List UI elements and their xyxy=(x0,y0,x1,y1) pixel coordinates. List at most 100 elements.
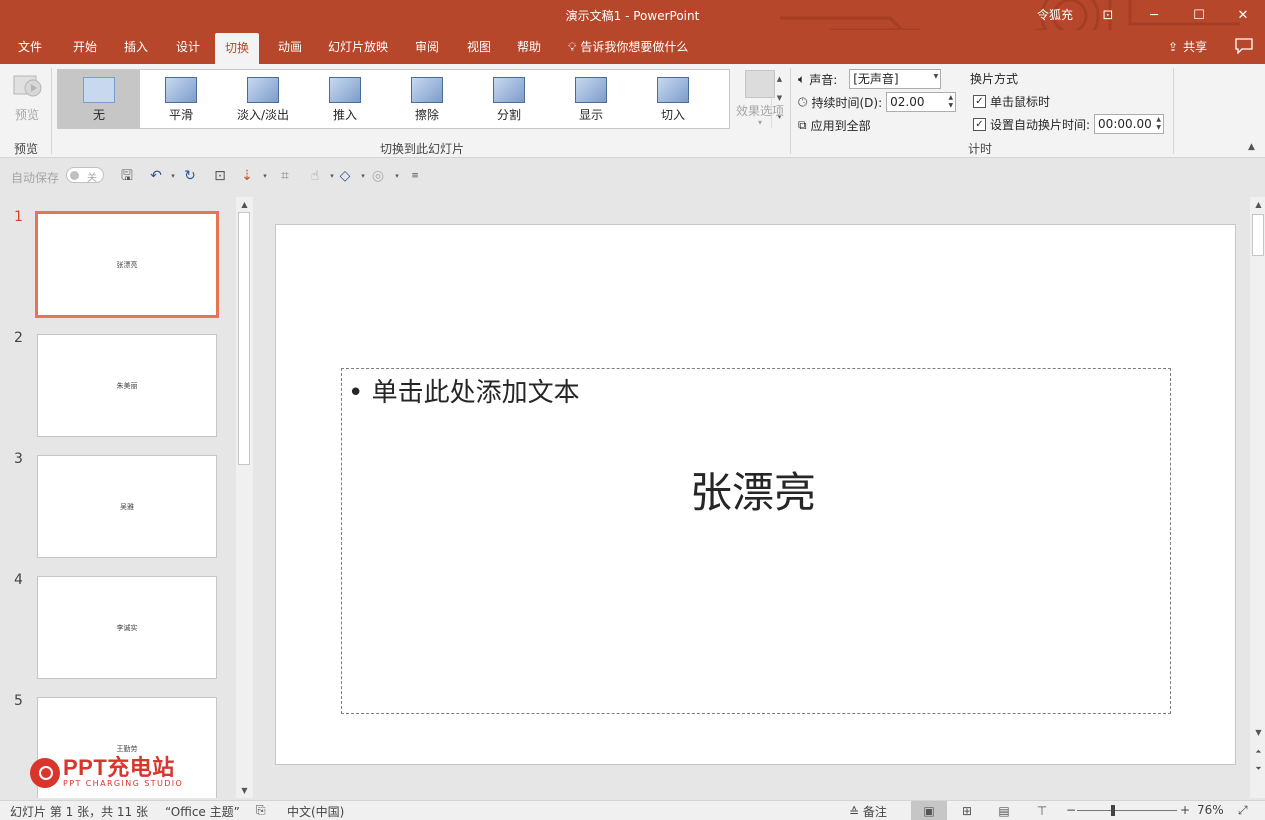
fit-to-window-icon[interactable]: ⤢ xyxy=(1238,803,1248,818)
format-painter-icon[interactable]: ⇣ xyxy=(238,168,256,184)
slide-show-icon[interactable]: ⊤ xyxy=(1024,801,1060,820)
transition-split[interactable]: 分割 xyxy=(468,70,550,128)
slide-thumbnail[interactable]: 朱美丽 xyxy=(37,334,217,437)
group-separator xyxy=(790,68,791,154)
zoom-slider[interactable] xyxy=(1077,810,1177,811)
apply-all-button[interactable]: ⧉ 应用到全部 xyxy=(798,117,871,134)
slide-thumbnail[interactable]: 吴雅 xyxy=(37,455,217,558)
tab-review[interactable]: 审阅 xyxy=(405,30,449,64)
slide-thumbnail-title: 李诚实 xyxy=(116,623,138,632)
slide-sorter-icon[interactable]: ⊞ xyxy=(949,801,985,820)
group-separator xyxy=(1173,68,1174,154)
share-button[interactable]: ⇪ 共享 xyxy=(1168,30,1207,64)
tab-insert[interactable]: 插入 xyxy=(114,30,158,64)
logo-subtitle: PPT CHARGING STUDIO xyxy=(63,779,184,788)
scroll-up-icon[interactable]: ▲ xyxy=(1250,197,1265,212)
sound-select[interactable]: [无声音] ▼ xyxy=(849,69,942,89)
thumbnails-scrollbar[interactable]: ▲ ▼ xyxy=(236,197,253,798)
tab-animations[interactable]: 动画 xyxy=(268,30,312,64)
start-from-beginning-icon[interactable]: ⊡ xyxy=(211,168,229,184)
tab-file[interactable]: 文件 xyxy=(8,30,52,64)
transition-reveal[interactable]: 显示 xyxy=(550,70,632,128)
zoom-slider-handle[interactable] xyxy=(1111,805,1115,816)
sound-label: 声音: xyxy=(809,72,838,87)
tab-home[interactable]: 开始 xyxy=(63,30,107,64)
zoom-in-icon[interactable]: + xyxy=(1180,803,1190,817)
zoom-out-icon[interactable]: − xyxy=(1066,803,1076,817)
toggle-label: 关 xyxy=(87,173,97,184)
tab-transitions[interactable]: 切换 xyxy=(215,33,260,64)
duration-stepper[interactable]: 02.00 ▲ ▼ xyxy=(886,92,957,112)
user-name[interactable]: 令狐充 xyxy=(1037,6,1073,23)
collapse-ribbon-icon[interactable]: ▲ xyxy=(1248,142,1255,152)
slide-thumbnail[interactable]: 李诚实 xyxy=(37,576,217,679)
circles-icon[interactable]: ◎ xyxy=(369,168,387,184)
slide-thumbnail-title: 朱美丽 xyxy=(116,381,138,390)
preview-group-label: 预览 xyxy=(14,142,39,156)
language[interactable]: 中文(中国) xyxy=(287,803,344,820)
close-icon[interactable]: ✕ xyxy=(1220,0,1265,30)
comment-icon[interactable] xyxy=(1235,38,1253,54)
slide-number: 4 xyxy=(14,572,23,588)
tell-me-search[interactable]: 💡︎ 告诉我你想要做什么 xyxy=(568,30,688,64)
scroll-down-icon[interactable]: ▼ xyxy=(236,783,253,798)
reading-view-icon[interactable]: ▤ xyxy=(986,801,1022,820)
next-slide-icon[interactable]: ⏷ xyxy=(1250,761,1265,776)
transition-split-icon xyxy=(493,77,525,103)
transition-wipe[interactable]: 擦除 xyxy=(386,70,468,128)
tab-slide-show[interactable]: 幻灯片放映 xyxy=(318,30,398,64)
tab-help[interactable]: 帮助 xyxy=(507,30,551,64)
slide-title-text[interactable]: 张漂亮 xyxy=(690,459,816,520)
duration-row: 🕓︎ 持续时间(D): 02.00 ▲ ▼ xyxy=(798,92,957,112)
on-click-checkbox[interactable]: ✓ 单击鼠标时 xyxy=(973,93,1050,110)
transition-label: 平滑 xyxy=(168,108,193,122)
ribbon-display-options-icon[interactable]: ⊡ xyxy=(1085,0,1131,30)
save-icon[interactable]: 🖫︎ xyxy=(118,168,136,184)
spin-arrows-icon[interactable]: ▲ ▼ xyxy=(1156,116,1161,132)
transition-none[interactable]: 无 xyxy=(58,70,140,128)
redo-icon[interactable]: ↻ xyxy=(181,168,199,184)
hand-icon[interactable]: ☝︎ xyxy=(306,168,324,184)
tab-view[interactable]: 视图 xyxy=(457,30,501,64)
scroll-up-icon[interactable]: ▲ xyxy=(236,197,253,212)
ribbon-transitions: 预览 预览 无 平滑 淡入/淡出 推入 擦除 分割 显示 切入 ▲ ▼ ▾ 效果… xyxy=(0,64,1265,158)
chevron-down-icon[interactable]: ▾ xyxy=(256,168,274,184)
zoom-level[interactable]: 76% xyxy=(1197,803,1224,817)
slide-scrollbar[interactable]: ▲ ▼ ⏶ ⏷ xyxy=(1250,197,1265,798)
transition-none-icon xyxy=(83,77,115,103)
autosave-toggle[interactable]: 关 xyxy=(66,167,104,184)
undo-icon[interactable]: ↶ xyxy=(147,168,165,184)
spelling-icon[interactable]: ⎘ xyxy=(256,803,266,818)
normal-view-icon[interactable]: ▣ xyxy=(911,801,947,820)
transition-cut[interactable]: 切入 xyxy=(632,70,714,128)
content-placeholder[interactable]: • 单击此处添加文本 xyxy=(341,368,1171,714)
chevron-down-icon[interactable]: ▾ xyxy=(388,168,406,184)
maximize-icon[interactable]: ☐ xyxy=(1176,0,1222,30)
effect-options-button[interactable]: 效果选项 ▾ xyxy=(733,70,787,130)
slide-thumbnail[interactable]: 张漂亮 xyxy=(35,211,219,318)
shapes-icon[interactable]: ◇ xyxy=(336,168,354,184)
chevron-down-icon[interactable]: ▾ xyxy=(164,168,182,184)
transition-push[interactable]: 推入 xyxy=(304,70,386,128)
advance-title-label: 换片方式 xyxy=(970,72,1019,86)
after-stepper[interactable]: 00:00.00 ▲ ▼ xyxy=(1094,114,1165,134)
transition-label: 推入 xyxy=(332,108,357,122)
scroll-thumb[interactable] xyxy=(1252,214,1264,256)
on-click-label: 单击鼠标时 xyxy=(990,95,1051,109)
spin-arrows-icon[interactable]: ▲ ▼ xyxy=(949,94,954,110)
crop-icon[interactable]: ⌗ xyxy=(276,168,294,184)
scroll-thumb[interactable] xyxy=(238,212,250,465)
notes-button[interactable]: ≙ 备注 xyxy=(849,803,887,820)
tab-design[interactable]: 设计 xyxy=(166,30,210,64)
autosave-label: 自动保存 xyxy=(11,171,60,185)
minimize-icon[interactable]: ─ xyxy=(1131,0,1177,30)
transition-fade[interactable]: 淡入/淡出 xyxy=(222,70,304,128)
logo-name: PPT充电站 xyxy=(63,755,175,780)
transition-morph[interactable]: 平滑 xyxy=(140,70,222,128)
preview-button[interactable]: 预览 xyxy=(6,68,48,128)
after-checkbox[interactable]: ✓ xyxy=(973,117,986,131)
customize-toolbar-icon[interactable]: ≡ xyxy=(406,168,424,184)
transitions-gallery: 无 平滑 淡入/淡出 推入 擦除 分割 显示 切入 ▲ ▼ ▾ xyxy=(57,69,782,129)
scroll-down-icon[interactable]: ▼ xyxy=(1250,725,1265,740)
previous-slide-icon[interactable]: ⏶ xyxy=(1250,744,1265,759)
